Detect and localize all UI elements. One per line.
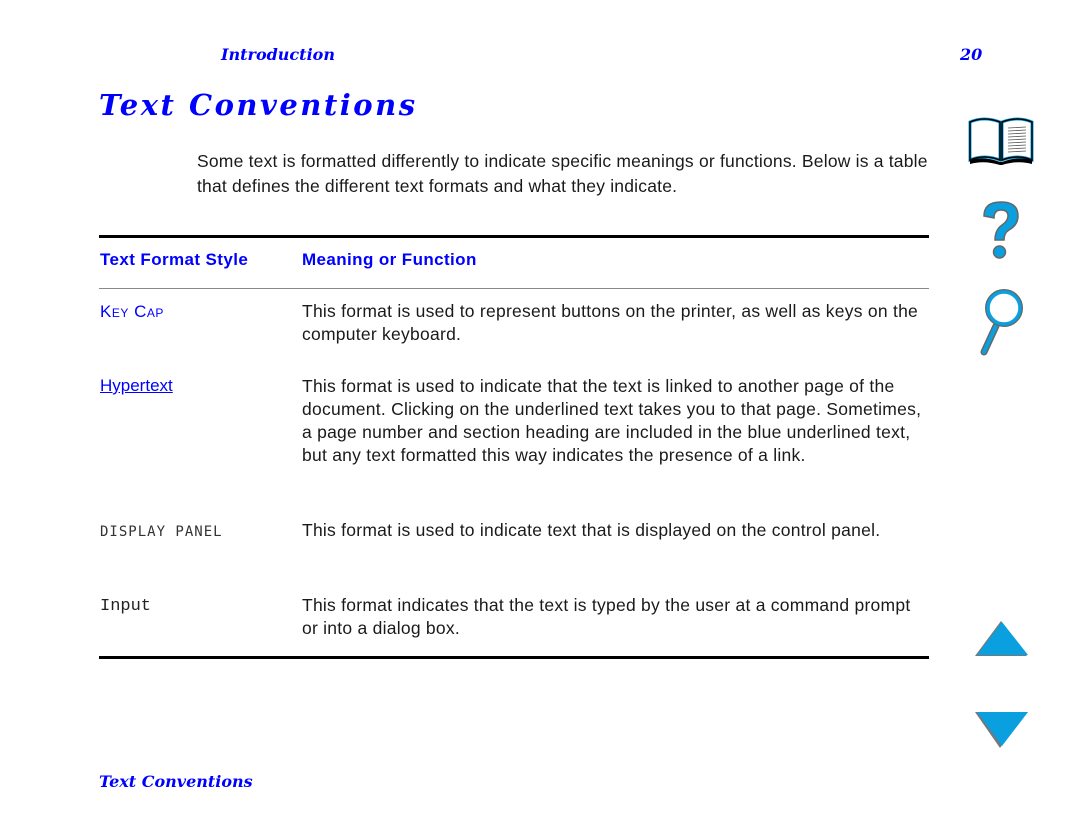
input-sample: Input — [100, 597, 152, 616]
table-top-rule — [99, 235, 929, 238]
down-arrow-icon — [975, 712, 1028, 748]
header-section-link[interactable]: Introduction — [221, 45, 335, 64]
hypertext-description: This format is used to indicate that the… — [302, 376, 922, 465]
hypertext-sample-link[interactable]: Hypertext — [100, 376, 173, 396]
intro-paragraph: Some text is formatted differently to in… — [197, 151, 928, 196]
key-cap-sample: Key Cap — [100, 302, 164, 321]
key-cap-description: This format is used to represent buttons… — [302, 301, 919, 344]
column-header-style: Text Format Style — [100, 250, 249, 269]
magnifier-icon — [980, 289, 1023, 356]
input-description: This format indicates that the text is t… — [302, 595, 911, 638]
page-title: Text Conventions — [99, 88, 418, 122]
footer-section-link[interactable]: Text Conventions — [99, 772, 253, 791]
book-icon — [968, 117, 1034, 165]
header-divider — [99, 288, 929, 289]
next-page-button[interactable] — [974, 710, 1030, 750]
up-arrow-icon — [975, 621, 1028, 656]
search-button[interactable] — [976, 288, 1026, 358]
display-panel-sample: DISPLAY PANEL — [100, 524, 223, 540]
column-header-meaning: Meaning or Function — [302, 250, 477, 269]
display-panel-description: This format is used to indicate text tha… — [302, 520, 881, 540]
contents-button[interactable] — [966, 114, 1036, 166]
question-mark-icon — [983, 201, 1019, 259]
page-number: 20 — [960, 45, 983, 64]
table-bottom-rule — [99, 656, 929, 659]
help-button[interactable] — [976, 198, 1026, 264]
previous-page-button[interactable] — [974, 620, 1030, 658]
